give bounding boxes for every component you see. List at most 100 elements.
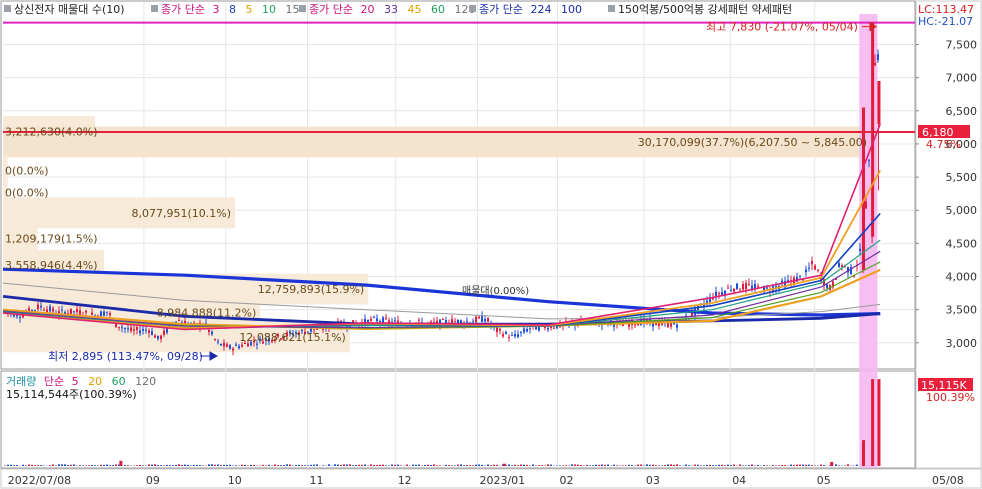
legend-group2-label: 종가 단순 (309, 3, 353, 16)
volume-bar (13, 465, 15, 466)
x-tick-label: 02 (559, 474, 573, 487)
volume-bar (589, 465, 591, 466)
volume-legend-label: 거래량 (6, 375, 36, 388)
candle-body (106, 311, 108, 313)
x-tick-label: 05/08 (932, 474, 964, 487)
price-tick-label: 4,500 (946, 237, 978, 250)
volume-bar (520, 464, 522, 466)
x-tick-label: 11 (310, 474, 324, 487)
volume-bar (175, 464, 177, 466)
volume-bar (733, 464, 735, 466)
candle-body (805, 269, 807, 273)
candle-body (454, 321, 456, 323)
volume-bar (463, 465, 465, 466)
volume-bar (703, 465, 705, 466)
candle-body (511, 335, 513, 337)
candle-body (238, 346, 240, 349)
volume-bar (856, 464, 858, 466)
candle-body (529, 328, 531, 330)
volume-bar (688, 465, 690, 466)
volume-bar (283, 465, 285, 466)
volume-bar (289, 464, 291, 466)
candle-body (220, 343, 222, 346)
volume-bar (16, 465, 18, 466)
volume-bar (547, 464, 549, 466)
volume-bar (370, 464, 372, 466)
candle-body (157, 335, 159, 339)
candle-body (163, 330, 165, 335)
volume-bar (397, 464, 399, 466)
volume-bar (472, 465, 474, 466)
volume-bar (823, 465, 825, 466)
candle-body (103, 311, 105, 316)
volume-bar (742, 465, 744, 466)
volume-bar (793, 464, 795, 466)
volume-bar (559, 465, 561, 466)
volume-bar (322, 465, 324, 466)
candle-body (442, 319, 444, 321)
legend-marker-4 (469, 5, 476, 12)
legend-p20: 20 (360, 3, 374, 16)
legend-group1-label: 종가 단순 (161, 3, 205, 16)
stock-chart[interactable]: 7,5007,0006,5006,0005,5005,0004,5004,000… (0, 0, 982, 489)
volume-bar (481, 464, 483, 466)
low-annotation: 최저 2,895 (113.47%, 09/28) (48, 350, 203, 363)
volume-bar (718, 464, 720, 466)
volume-bar (373, 464, 375, 466)
volume-bar (496, 464, 498, 466)
price-tick-label: 3,000 (946, 337, 978, 350)
candle-body (226, 344, 228, 347)
candle-body (826, 284, 828, 289)
volume-bar (739, 464, 741, 466)
volume-bar (379, 464, 381, 466)
volume-bar (604, 464, 606, 466)
volume-bar (73, 464, 75, 466)
volume-bar (364, 464, 366, 466)
candle-body (40, 305, 42, 308)
volume-bar (730, 465, 732, 466)
candle-body (160, 335, 162, 339)
candle-body (430, 321, 432, 323)
volume-bar (169, 465, 171, 466)
candle-body (466, 321, 468, 323)
candle-body (733, 288, 735, 292)
volume-bar (58, 464, 60, 466)
candle-body (748, 283, 750, 285)
volume-bar (208, 464, 210, 466)
volume-legend-p20: 20 (88, 375, 102, 388)
volume-bar (151, 464, 153, 466)
candle-body (745, 283, 747, 290)
volume-bar (313, 464, 315, 466)
volume-bar (712, 465, 714, 466)
candle-body (757, 285, 759, 287)
legend-p45: 45 (407, 3, 421, 16)
volume-bar (385, 465, 387, 466)
candle-body (79, 310, 81, 316)
volume-bar (454, 465, 456, 466)
candle-body (484, 319, 486, 322)
volume-bar (565, 465, 567, 466)
volume-bar (835, 464, 837, 466)
candle-body (868, 159, 870, 161)
volume-bar (85, 465, 87, 466)
price-tick-label: 4,000 (946, 271, 978, 284)
volume-bar (562, 465, 564, 466)
volume-bar (316, 464, 318, 466)
volume-bar (748, 465, 750, 466)
volume-bar (586, 465, 588, 466)
volume-bar (181, 465, 183, 466)
candle-body (799, 275, 801, 277)
volume-bar (298, 464, 300, 466)
legend-p60: 60 (431, 3, 445, 16)
volume-bar (517, 465, 519, 466)
volume-bar (301, 465, 303, 466)
candle-body (211, 331, 213, 335)
candle-body (142, 328, 144, 331)
hc-label: HC:-21.07 (918, 15, 973, 28)
volume-bar (22, 464, 24, 466)
candle-body (838, 262, 840, 267)
candle-body (517, 334, 519, 337)
volume-bar (139, 464, 141, 466)
volume-bar (196, 464, 198, 466)
volume-bar (217, 464, 219, 466)
